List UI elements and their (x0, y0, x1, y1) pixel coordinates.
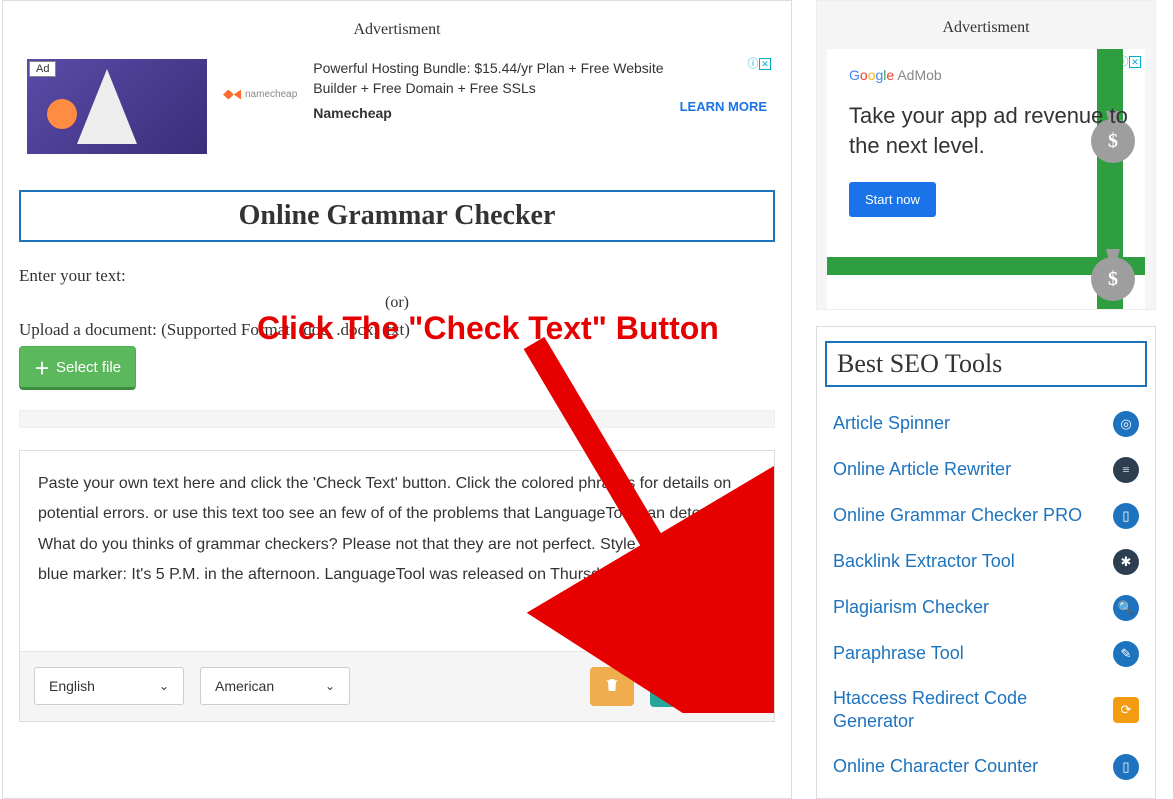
seo-item[interactable]: Online Article Rewriter ≡ (821, 447, 1151, 493)
ad-controls[interactable]: ⓘ✕ (747, 55, 771, 71)
start-now-button[interactable]: Start now (849, 182, 936, 217)
seo-tools-list: Article Spinner ◎ Online Article Rewriter ≡… (821, 401, 1151, 790)
seo-link[interactable]: Backlink Extractor Tool (833, 550, 1015, 573)
tool-icon: ⟳ (1113, 697, 1139, 723)
page-title: Online Grammar Checker (19, 190, 775, 242)
main-column: Advertisment Ad ⓘ✕ namecheap Powerful Ho… (2, 0, 792, 799)
seo-item[interactable]: Plagiarism Checker 🔍 (821, 585, 1151, 631)
main-ad[interactable]: Ad ⓘ✕ namecheap Powerful Hosting Bundle:… (19, 51, 775, 162)
seo-item[interactable]: Article Spinner ◎ (821, 401, 1151, 447)
plus-icon: ＋ (34, 355, 50, 379)
seo-tools-box: Best SEO Tools Article Spinner ◎ Online Ar… (816, 326, 1156, 799)
seo-link[interactable]: Online Grammar Checker PRO (833, 504, 1082, 527)
trash-icon (604, 677, 620, 693)
ad-brand: Namecheap (313, 104, 663, 124)
ad-tag: Ad (29, 61, 56, 77)
tool-icon: 🔍 (1113, 595, 1139, 621)
language-select-value: English (49, 678, 95, 694)
language-select[interactable]: English ⌄ (34, 667, 184, 705)
seo-item[interactable]: Online Character Counter ▯ (821, 744, 1151, 790)
tool-icon: ▯ (1113, 503, 1139, 529)
side-ad-headline: Take your app ad revenue to the next lev… (849, 101, 1145, 160)
seo-link[interactable]: Online Character Counter (833, 755, 1038, 778)
seo-item[interactable]: Backlink Extractor Tool ✱ (821, 539, 1151, 585)
tool-icon: ▯ (1113, 754, 1139, 780)
callout-text: Click The "Check Text" Button (257, 310, 719, 347)
sidebar-column: Advertisment ⓘ✕ $ $ Google AdMob Take yo… (816, 0, 1156, 799)
tool-icon: ≡ (1113, 457, 1139, 483)
ad-logo: namecheap (223, 89, 297, 100)
seo-link[interactable]: Article Spinner (833, 412, 950, 435)
money-icon: $ (1091, 257, 1135, 301)
tool-icon: ✱ (1113, 549, 1139, 575)
seo-link[interactable]: Plagiarism Checker (833, 596, 989, 619)
select-file-label: Select file (56, 359, 121, 376)
select-file-button[interactable]: ＋ Select file (19, 346, 136, 390)
dialect-select-value: American (215, 678, 274, 694)
seo-item[interactable]: Paraphrase Tool ✎ (821, 631, 1151, 677)
tool-icon: ◎ (1113, 411, 1139, 437)
enter-text-label: Enter your text: (19, 266, 775, 286)
seo-link[interactable]: Online Article Rewriter (833, 458, 1011, 481)
side-ad[interactable]: ⓘ✕ $ $ Google AdMob Take your app ad rev… (827, 49, 1145, 309)
seo-item[interactable]: Online Grammar Checker PRO ▯ (821, 493, 1151, 539)
editor-box: Paste your own text here and click the '… (19, 450, 775, 722)
ad-text: Powerful Hosting Bundle: $15.44/yr Plan … (313, 59, 663, 124)
side-ad-container: Advertisment ⓘ✕ $ $ Google AdMob Take yo… (816, 0, 1156, 310)
check-text-button[interactable]: Check Text (650, 666, 760, 707)
ad-label: Advertisment (19, 21, 775, 39)
ad-cta[interactable]: LEARN MORE (680, 99, 767, 114)
dialect-select[interactable]: American ⌄ (200, 667, 350, 705)
admob-logo: Google AdMob (849, 67, 1145, 83)
editor-textarea[interactable]: Paste your own text here and click the '… (20, 451, 774, 651)
editor-footer: English ⌄ American ⌄ Check Text (20, 651, 774, 721)
tool-icon: ✎ (1113, 641, 1139, 667)
seo-link[interactable]: Paraphrase Tool (833, 642, 964, 665)
chevron-down-icon: ⌄ (325, 679, 335, 693)
clear-button[interactable] (590, 667, 634, 706)
seo-link[interactable]: Htaccess Redirect Code Generator (833, 687, 1113, 734)
seo-item[interactable]: Htaccess Redirect Code Generator⟳ (821, 677, 1151, 744)
side-ad-label: Advertisment (827, 19, 1145, 37)
seo-tools-title: Best SEO Tools (825, 341, 1147, 387)
chevron-down-icon: ⌄ (159, 679, 169, 693)
separator-bar (19, 410, 775, 428)
